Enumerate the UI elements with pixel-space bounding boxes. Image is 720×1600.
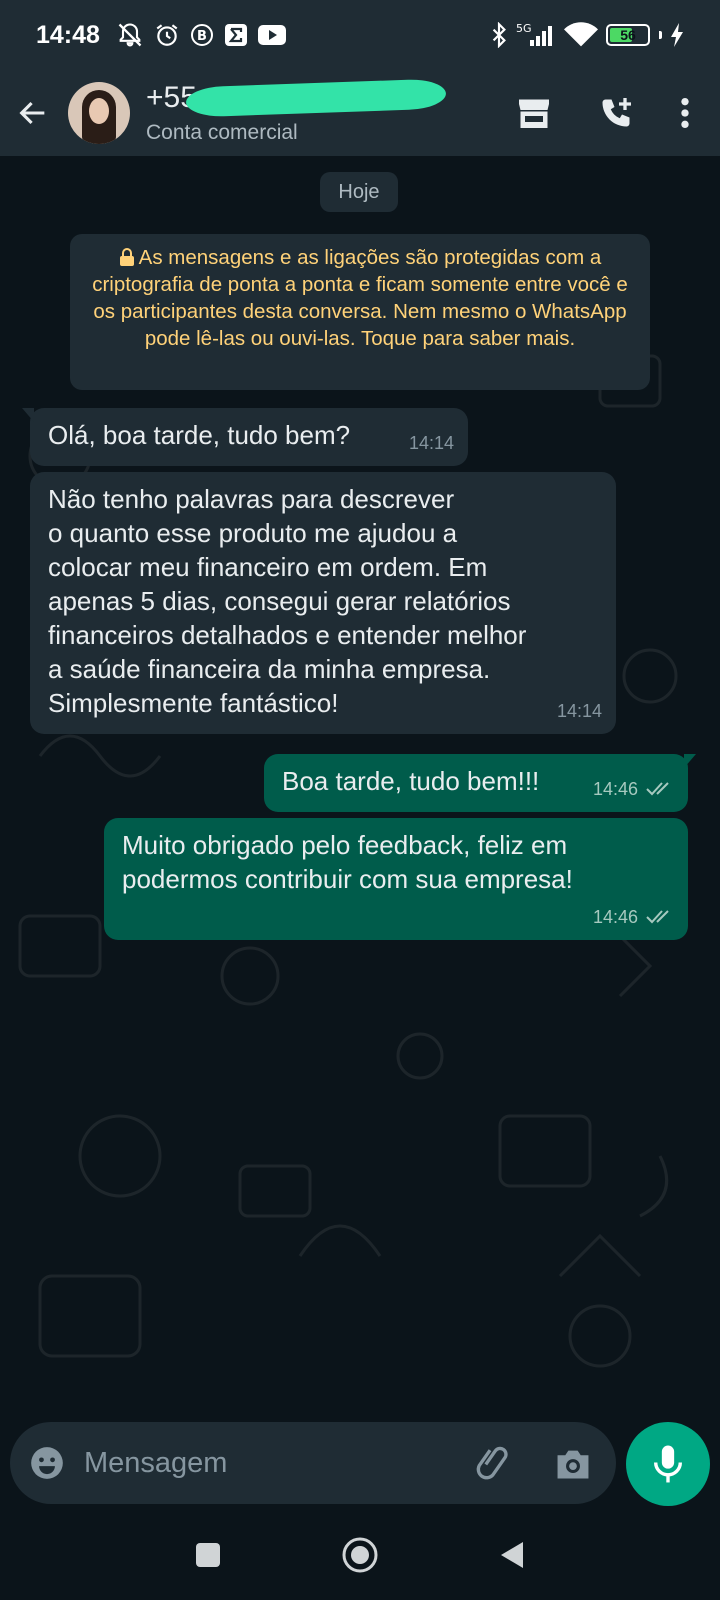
message-line: Simplesmente fantástico!	[48, 688, 339, 718]
encryption-notice[interactable]: As mensagens e as ligações são protegida…	[70, 234, 650, 390]
composer-actions	[474, 1443, 598, 1483]
status-right: 5G 56	[490, 22, 684, 48]
back-nav-button[interactable]	[499, 1540, 525, 1570]
contact-info[interactable]: +55 Conta comercial	[146, 78, 447, 145]
encryption-text: As mensagens e as ligações são protegida…	[92, 246, 628, 350]
emoji-button[interactable]	[28, 1444, 66, 1482]
message-incoming[interactable]: Não tenho palavras para descrever o quan…	[30, 472, 616, 734]
message-input[interactable]: Mensagem	[84, 1447, 474, 1480]
message-line: Muito obrigado pelo feedback, feliz em	[122, 830, 568, 860]
battery-icon: 56	[606, 24, 650, 46]
signal-icon: 5G	[516, 22, 556, 48]
chat-header: +55 Conta comercial	[0, 70, 720, 156]
sigma-icon	[224, 23, 248, 47]
redaction-mark	[185, 78, 447, 118]
more-vert-icon	[681, 97, 689, 129]
message-meta: 14:14	[409, 426, 454, 460]
message-line: podermos contribuir com sua empresa!	[122, 864, 573, 894]
contact-name: +55	[146, 78, 447, 118]
attach-button[interactable]	[474, 1443, 514, 1483]
message-line: apenas 5 dias, consegui gerar relatórios	[48, 586, 511, 616]
header-actions	[516, 95, 704, 131]
svg-text:B: B	[197, 29, 207, 44]
store-icon	[519, 99, 549, 128]
message-meta: 14:46	[593, 772, 674, 806]
status-bar: 14:48 B 5G 56	[0, 0, 720, 70]
message-composer: Mensagem	[10, 1422, 616, 1504]
chat-area[interactable]: Hoje As mensagens e as ligações são prot…	[0, 156, 720, 1418]
message-text: Olá, boa tarde, tudo bem?	[48, 420, 351, 450]
charging-icon	[670, 23, 684, 47]
message-time: 14:46	[592, 779, 638, 799]
message-outgoing[interactable]: Boa tarde, tudo bem!!! 14:46	[264, 754, 696, 812]
system-nav-bar	[0, 1510, 720, 1600]
message-line: financeiros detalhados e entender melhor	[48, 620, 527, 650]
message-meta: 14:14	[557, 694, 602, 728]
emoji-icon	[31, 1447, 63, 1479]
home-button[interactable]	[341, 1536, 379, 1574]
more-options-button[interactable]	[680, 96, 690, 130]
date-chip: Hoje	[320, 172, 398, 212]
message-outgoing[interactable]: Muito obrigado pelo feedback, feliz em p…	[104, 818, 688, 940]
message-time: 14:46	[592, 907, 638, 927]
message-line: colocar meu financeiro em ordem. Em	[48, 552, 488, 582]
youtube-icon	[257, 24, 286, 46]
message-line: a saúde financeira da minha empresa.	[48, 654, 491, 684]
b-icon: B	[190, 23, 214, 47]
mic-icon	[654, 1445, 682, 1483]
voice-message-button[interactable]	[626, 1422, 710, 1506]
camera-icon	[557, 1450, 589, 1479]
message-meta: 14:46	[593, 900, 674, 934]
message-line: Não tenho palavras para descrever	[48, 484, 455, 514]
lock-icon	[119, 248, 134, 266]
back-button[interactable]	[16, 96, 50, 130]
bluetooth-icon	[490, 22, 508, 48]
contact-subtitle: Conta comercial	[146, 121, 298, 144]
message-time: 14:14	[556, 701, 602, 721]
read-ticks-icon	[646, 910, 669, 924]
message-line: o quanto esse produto me ajudou a	[48, 518, 458, 548]
mute-icon	[116, 21, 144, 49]
read-ticks-icon	[646, 782, 669, 796]
store-button[interactable]	[516, 96, 552, 130]
message-time: 14:14	[408, 433, 454, 453]
wifi-icon	[564, 22, 598, 48]
back-arrow-icon	[19, 101, 45, 125]
avatar[interactable]	[68, 82, 130, 144]
status-left: 14:48 B	[36, 21, 286, 50]
attach-icon	[476, 1446, 508, 1480]
add-call-icon	[602, 98, 631, 127]
alarm-icon	[154, 22, 180, 48]
message-incoming[interactable]: Olá, boa tarde, tudo bem? 14:14	[22, 408, 468, 466]
battery-level: 56	[620, 27, 636, 43]
svg-text:5G: 5G	[516, 22, 532, 35]
back-triangle-icon	[501, 1542, 523, 1568]
camera-button[interactable]	[554, 1446, 592, 1480]
home-circle-icon	[342, 1537, 378, 1573]
recents-button[interactable]	[195, 1542, 221, 1568]
add-call-button[interactable]	[598, 95, 634, 131]
square-icon	[196, 1543, 220, 1567]
status-time: 14:48	[36, 20, 100, 49]
